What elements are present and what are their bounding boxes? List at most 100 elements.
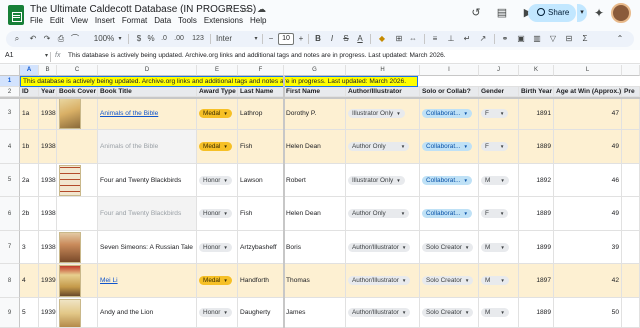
row-header[interactable]: 5 (0, 164, 20, 197)
collab-chip[interactable]: Collaborat... ▼ (422, 175, 472, 185)
row-header[interactable]: 6 (0, 197, 20, 231)
filter-views-icon[interactable]: ⊟ (564, 31, 574, 47)
avatar[interactable] (611, 3, 631, 23)
insert-chart-icon[interactable]: ▥ (532, 31, 542, 47)
cell-last-name[interactable]: Daugherty (238, 298, 284, 327)
cell-book-title[interactable]: Four and Twenty Blackbirds (98, 197, 197, 230)
gender-chip[interactable]: F ▼ (481, 142, 509, 151)
cell-author-illustrator[interactable]: Illustrator Only ▼ (346, 97, 420, 129)
award-chip[interactable]: Medal ▼ (199, 142, 232, 151)
cell-birth-year[interactable]: 1889 (519, 197, 554, 230)
cell-last-name[interactable]: Artzybasheff (238, 231, 284, 263)
cell-award-type[interactable]: Medal ▼ (197, 264, 238, 297)
header-first-name[interactable]: First Name (284, 87, 346, 96)
award-chip[interactable]: Medal ▼ (199, 276, 232, 285)
role-chip[interactable]: Author Only ▼ (348, 142, 410, 151)
cell-id[interactable]: 5 (20, 298, 39, 327)
header-year[interactable]: Year (39, 87, 57, 96)
cell-first-name[interactable]: Helen Dean (284, 130, 346, 163)
cell-birth-year[interactable]: 1899 (519, 231, 554, 263)
cell-book-cover[interactable] (57, 197, 98, 230)
column-header-i[interactable]: I (420, 65, 479, 76)
merge-cells-icon[interactable]: ⇔ (408, 31, 418, 47)
cell-author-illustrator[interactable]: Illustrator Only ▼ (346, 164, 420, 196)
zoom-select[interactable]: 100% (92, 31, 116, 47)
cell-award-type[interactable]: Medal ▼ (197, 97, 238, 129)
header-award-type[interactable]: Award Type (197, 87, 238, 96)
cell-first-name[interactable]: Boris (284, 231, 346, 263)
menu-extensions[interactable]: Extensions (204, 16, 243, 25)
menu-view[interactable]: View (71, 16, 88, 25)
column-header-e[interactable]: E (197, 65, 238, 76)
cell-age-at-win[interactable]: 47 (554, 97, 622, 129)
column-header-f[interactable]: F (238, 65, 284, 76)
chevron-down-icon[interactable]: ▾ (45, 52, 48, 59)
column-header-g[interactable]: G (284, 65, 346, 76)
move-folder-icon[interactable]: ▭ (240, 4, 251, 15)
cell-first-name[interactable]: Helen Dean (284, 197, 346, 230)
bold-button[interactable]: B (313, 31, 323, 47)
cell-solo-collab[interactable]: Collaborat... ▼ (420, 97, 479, 129)
cell-year[interactable]: 1939 (39, 264, 57, 297)
column-header-j[interactable]: J (479, 65, 519, 76)
book-title-link[interactable]: Animals of the Bible (100, 110, 158, 117)
document-title[interactable]: The Ultimate Caldecott Database (IN PROG… (30, 4, 256, 15)
collab-chip[interactable]: Collaborat... ▼ (422, 108, 472, 118)
spreadsheet-grid[interactable]: A B C D E F G H I J K L 1 This database … (0, 65, 640, 328)
functions-icon[interactable]: Σ (580, 31, 590, 47)
cell-age-at-win[interactable]: 46 (554, 164, 622, 196)
cell-first-name[interactable]: Robert (284, 164, 346, 196)
comments-icon[interactable]: ▤ (494, 5, 510, 21)
row-header[interactable]: 9 (0, 298, 20, 328)
number-format-button[interactable]: 123 (190, 31, 206, 47)
cell-gender[interactable]: M ▼ (479, 298, 519, 327)
award-chip[interactable]: Honor ▼ (199, 209, 232, 218)
row-header[interactable]: 1 (0, 76, 20, 87)
row-header[interactable]: 8 (0, 264, 20, 298)
star-icon[interactable]: ☆ (224, 4, 235, 15)
cell-author-illustrator[interactable]: Author/Illustrator ▼ (346, 264, 420, 297)
column-header-k[interactable]: K (519, 65, 554, 76)
cell-award-type[interactable]: Honor ▼ (197, 164, 238, 196)
book-title-link[interactable]: Mei Li (100, 277, 118, 284)
cell-award-type[interactable]: Honor ▼ (197, 298, 238, 327)
chevron-down-icon[interactable]: ▾ (116, 31, 124, 47)
borders-icon[interactable]: ⊞ (394, 31, 404, 47)
header-book-title[interactable]: Book Title (98, 87, 197, 96)
gender-chip[interactable]: F ▼ (481, 209, 509, 218)
cell-id[interactable]: 1b (20, 130, 39, 163)
redo-icon[interactable]: ↷ (42, 31, 52, 47)
vertical-align-icon[interactable]: ⊥ (446, 31, 456, 47)
award-chip[interactable]: Honor ▼ (199, 175, 232, 185)
cell-solo-collab[interactable]: Solo Creator ▼ (420, 298, 479, 327)
cell-next-column[interactable] (622, 130, 640, 163)
cell-book-title[interactable]: Animals of the Bible (98, 130, 197, 163)
cell-solo-collab[interactable]: Solo Creator ▼ (420, 264, 479, 297)
menu-edit[interactable]: Edit (50, 16, 64, 25)
cell-age-at-win[interactable]: 49 (554, 130, 622, 163)
share-button[interactable]: Share (528, 4, 576, 22)
font-select[interactable]: Inter (216, 31, 242, 47)
version-history-icon[interactable]: ↺ (468, 5, 484, 21)
cell-birth-year[interactable]: 1891 (519, 97, 554, 129)
gender-chip[interactable]: F ▼ (481, 108, 509, 118)
column-header-b[interactable]: B (39, 65, 57, 76)
row-header[interactable]: 7 (0, 231, 20, 264)
cell-solo-collab[interactable]: Solo Creator ▼ (420, 231, 479, 263)
horizontal-align-icon[interactable]: ≡ (430, 31, 440, 47)
cell-id[interactable]: 2a (20, 164, 39, 196)
cell-birth-year[interactable]: 1889 (519, 130, 554, 163)
menu-data[interactable]: Data (154, 16, 171, 25)
cloud-status-icon[interactable]: ☁ (256, 4, 267, 15)
gemini-icon[interactable]: ✦ (594, 6, 604, 20)
role-chip[interactable]: Illustrator Only ▼ (348, 108, 405, 118)
cell-book-title[interactable]: Seven Simeons: A Russian Tale (98, 231, 197, 263)
award-chip[interactable]: Honor ▼ (199, 242, 232, 252)
award-chip[interactable]: Honor ▼ (199, 308, 232, 317)
header-id[interactable]: ID (20, 87, 39, 96)
cell-book-cover[interactable] (57, 231, 98, 263)
cell-book-cover[interactable] (57, 264, 98, 297)
header-next-column[interactable]: Pre (622, 87, 640, 96)
cell-next-column[interactable] (622, 197, 640, 230)
cell-gender[interactable]: M ▼ (479, 164, 519, 196)
